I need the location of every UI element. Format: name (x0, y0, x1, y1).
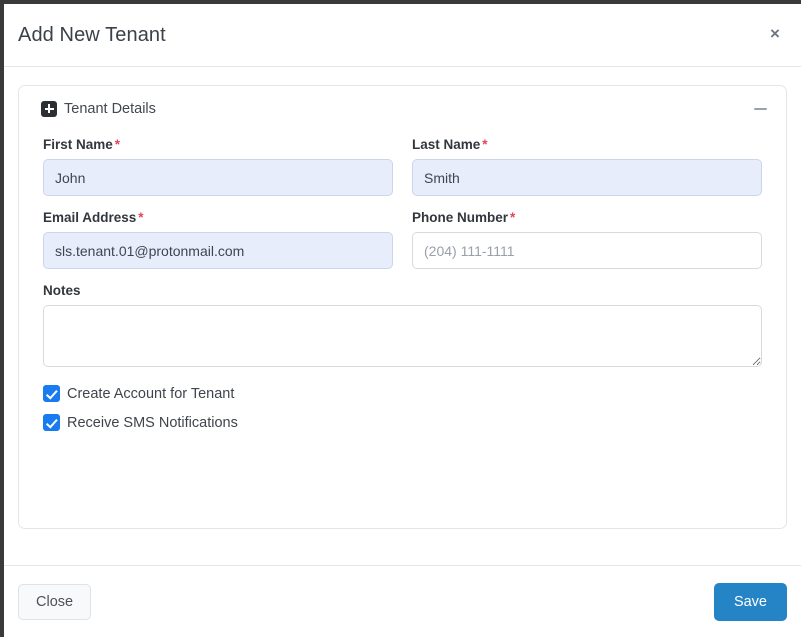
modal-body: Tenant Details First Name* Last Name* (4, 67, 801, 565)
sms-notifications-checkbox[interactable] (43, 414, 60, 431)
plus-icon (41, 100, 57, 117)
first-name-label: First Name * (43, 137, 393, 152)
close-button[interactable]: Close (18, 583, 92, 620)
last-name-label-text: Last Name (412, 137, 481, 152)
phone-label-text: Phone Number (412, 210, 509, 225)
last-name-input[interactable] (412, 159, 762, 196)
phone-input[interactable] (412, 232, 762, 269)
first-name-label-text: First Name (43, 137, 113, 152)
field-last-name: Last Name * (412, 137, 762, 196)
field-email-address: Email Address * (43, 210, 393, 269)
name-row: First Name* Last Name* (43, 137, 762, 196)
tenant-details-form: First Name* Last Name* Email Ad (19, 131, 786, 431)
first-name-input[interactable] (43, 159, 393, 196)
required-asterisk: * (510, 210, 516, 225)
save-button[interactable]: Save (713, 582, 787, 621)
field-first-name: First Name * (43, 137, 393, 196)
email-label-text: Email Address (43, 210, 137, 225)
sms-notifications-row[interactable]: Receive SMS Notifications (43, 414, 762, 431)
add-tenant-modal: Add New Tenant × Tenant Details First Na… (4, 4, 801, 637)
create-account-checkbox[interactable] (43, 385, 60, 402)
tenant-details-card-header[interactable]: Tenant Details (19, 86, 786, 131)
notes-row: Notes (43, 283, 762, 367)
required-asterisk: * (138, 210, 144, 225)
page-title: Add New Tenant (18, 24, 166, 46)
email-input[interactable] (43, 232, 393, 269)
modal-footer: Close Save (4, 565, 801, 637)
sms-notifications-label[interactable]: Receive SMS Notifications (67, 415, 238, 431)
tenant-details-card: Tenant Details First Name* Last Name* (18, 85, 787, 529)
create-account-label[interactable]: Create Account for Tenant (67, 386, 234, 402)
modal-header: Add New Tenant × (4, 4, 801, 67)
section-title: Tenant Details (64, 100, 156, 117)
notes-label: Notes (43, 283, 81, 298)
last-name-label: Last Name * (412, 137, 762, 152)
field-phone-number: Phone Number * (412, 210, 762, 269)
contact-row: Email Address* Phone Number* (43, 210, 762, 269)
minus-icon[interactable] (752, 101, 770, 117)
phone-label: Phone Number * (412, 210, 762, 225)
close-icon[interactable]: × (764, 23, 786, 45)
create-account-row[interactable]: Create Account for Tenant (43, 385, 762, 402)
required-asterisk: * (114, 137, 121, 152)
required-asterisk: * (482, 137, 488, 152)
notes-textarea[interactable] (43, 305, 762, 367)
email-label: Email Address * (43, 210, 393, 225)
